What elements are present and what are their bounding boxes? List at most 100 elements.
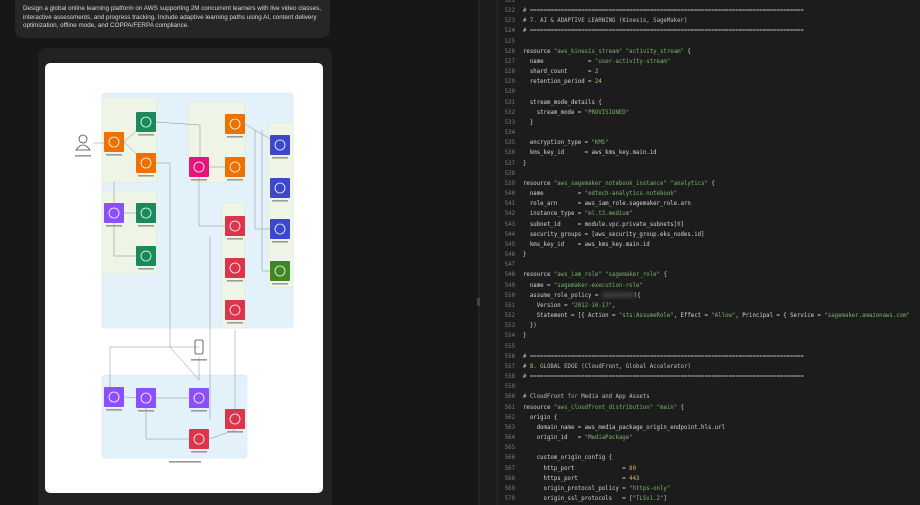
icon-label (227, 238, 243, 240)
icon-label (138, 268, 154, 270)
line-number: 544 (504, 231, 515, 238)
code-token: "aws_cloudfront_distribution" (553, 404, 654, 411)
line-number: 550 (504, 292, 515, 299)
icon-label (191, 179, 207, 181)
code-line: 538 (480, 169, 523, 179)
line-number: 548 (504, 272, 515, 279)
code-token: { (683, 48, 691, 55)
code-line: 527 name = "user-activity-stream" (480, 57, 671, 67)
code-token: 443 (629, 475, 640, 482)
dynamodb-icon (270, 178, 290, 198)
code-token: "TLSv1.2" (632, 496, 664, 503)
line-number: 533 (504, 119, 515, 126)
line-number: 542 (504, 211, 515, 218)
line-number: 524 (504, 28, 515, 35)
code-line: 540 name = "edtech-analytics-notebook" (480, 189, 677, 199)
line-number: 541 (504, 201, 515, 208)
shield-icon (189, 429, 209, 449)
media-services-icon (104, 132, 124, 152)
line-number: 567 (504, 465, 515, 472)
code-line: 554} (480, 331, 527, 341)
code-token: resource (523, 180, 554, 187)
lambda-icon (225, 157, 245, 177)
line-number: 523 (504, 18, 515, 25)
code-token: "Allow" (711, 313, 736, 320)
waf-icon (225, 409, 245, 429)
code-token: { (660, 272, 667, 279)
code-line: 544 security_groups = [aws_security_grou… (480, 230, 705, 240)
code-line: 546} (480, 250, 527, 260)
code-token: resource (523, 48, 554, 55)
kms-icon (225, 258, 245, 278)
code-token: "main" (656, 404, 678, 411)
elemental-icon (225, 114, 245, 134)
code-token: name = (523, 191, 585, 198)
code-line: 568 https_port = 443 (480, 474, 640, 484)
code-token: "sagemaker-execution-role" (553, 282, 643, 289)
icon-label (272, 241, 288, 243)
line-number: 526 (504, 48, 515, 55)
line-number: 528 (504, 69, 515, 76)
line-number: 531 (504, 99, 515, 106)
code-token: , (612, 302, 616, 309)
icon-label (106, 225, 122, 227)
icon-label (227, 322, 243, 324)
chat-panel: Design a global online learning platform… (0, 0, 478, 505)
code-token: name = (523, 58, 595, 65)
line-number: 552 (504, 313, 515, 320)
code-token: origin_ssl_protocols = [ (523, 496, 633, 503)
code-token: encryption_type = (523, 140, 592, 147)
code-line: 535 encryption_type = "KMS" (480, 138, 609, 148)
code-token: origin_id = (523, 435, 585, 442)
cloudfront-icon (189, 388, 209, 408)
icon-label (106, 409, 122, 411)
code-token: # CloudFront (523, 394, 568, 401)
code-token: # ======================================… (523, 28, 804, 35)
code-token: security_groups = [aws_security_group.ek… (523, 231, 705, 238)
code-token: "edtech-analytics-notebook" (584, 191, 678, 198)
icon-label (138, 175, 154, 177)
code-token: AI & ADAPTIVE LEARNING (Kinesis, SageMak… (536, 18, 688, 25)
code-line: 556 # ===================================… (480, 352, 804, 362)
code-line: 525 (480, 37, 523, 47)
line-number: 557 (504, 363, 515, 370)
line-number: 562 (504, 414, 515, 421)
line-number: 540 (504, 191, 515, 198)
code-line: 523 # 7. AI & ADAPTIVE LEARNING (Kinesis,… (480, 16, 688, 26)
code-line: 562 origin { (480, 413, 558, 423)
code-token: ({ (633, 292, 641, 299)
code-token: ] (680, 221, 684, 228)
kinesis-icon (104, 203, 124, 223)
code-token: http_port = (523, 465, 630, 472)
code-line: 565 (480, 443, 523, 453)
code-token: assume_role_policy = (523, 292, 602, 299)
code-editor[interactable]: 521 522 # ================================… (480, 0, 920, 505)
line-number: 553 (504, 323, 515, 330)
code-line: 534 (480, 128, 523, 138)
code-line: 558 # ===================================… (480, 372, 804, 382)
line-number: 530 (504, 89, 515, 96)
icon-label (191, 359, 207, 361)
code-token: # ======================================… (523, 353, 804, 360)
media-package-icon (136, 153, 156, 173)
code-line: 531 stream_mode_details { (480, 98, 602, 108)
diagram-caption (169, 461, 201, 463)
line-number: 522 (504, 8, 515, 14)
code-line: 559 (480, 382, 523, 392)
architecture-diagram[interactable] (45, 63, 323, 493)
code-line: 528 shard_count = 2 (480, 67, 599, 77)
code-token: "analytics" (670, 180, 708, 187)
line-number: 536 (504, 150, 515, 157)
code-token: # ======================================… (523, 374, 804, 381)
line-number: 546 (504, 252, 515, 259)
code-line: 542 instance_type = "ml.t3.medium" (480, 209, 633, 219)
code-line: 522 # ===================================… (480, 6, 804, 16)
icon-label (227, 136, 243, 138)
line-number: 537 (504, 160, 515, 167)
code-token: # ======================================… (523, 8, 804, 14)
guardduty-icon (225, 300, 245, 320)
code-line: 557 # 8. GLOBAL EDGE (CloudFront, Global … (480, 362, 691, 372)
icon-label (138, 225, 154, 227)
code-token: { (677, 404, 684, 411)
api-gateway-icon (189, 157, 209, 177)
